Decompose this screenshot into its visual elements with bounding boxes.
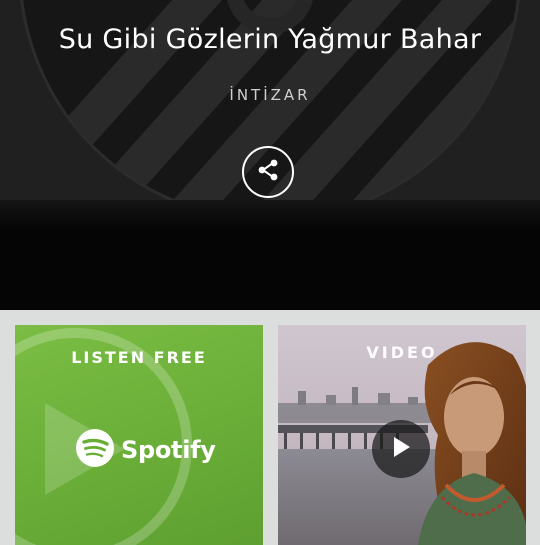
- video-card[interactable]: VIDEO: [278, 325, 526, 545]
- spotify-logo-icon: [75, 428, 115, 472]
- listen-free-label: LISTEN FREE: [71, 348, 207, 367]
- share-button[interactable]: [242, 146, 294, 198]
- spotify-logo: Spotify: [75, 428, 216, 472]
- video-label: VIDEO: [366, 343, 438, 362]
- play-icon: [391, 436, 411, 462]
- song-header: Su Gibi Gözlerin Yağmur Bahar İNTİZAR: [0, 0, 540, 310]
- listen-free-spotify-card[interactable]: LISTEN FREE Spotify: [15, 325, 263, 545]
- share-icon: [256, 158, 280, 186]
- song-title: Su Gibi Gözlerin Yağmur Bahar: [58, 24, 482, 55]
- spotify-wordmark: Spotify: [121, 436, 216, 464]
- artist-name: İNTİZAR: [229, 86, 311, 104]
- hero-fade: [0, 200, 540, 230]
- play-button[interactable]: [372, 420, 430, 478]
